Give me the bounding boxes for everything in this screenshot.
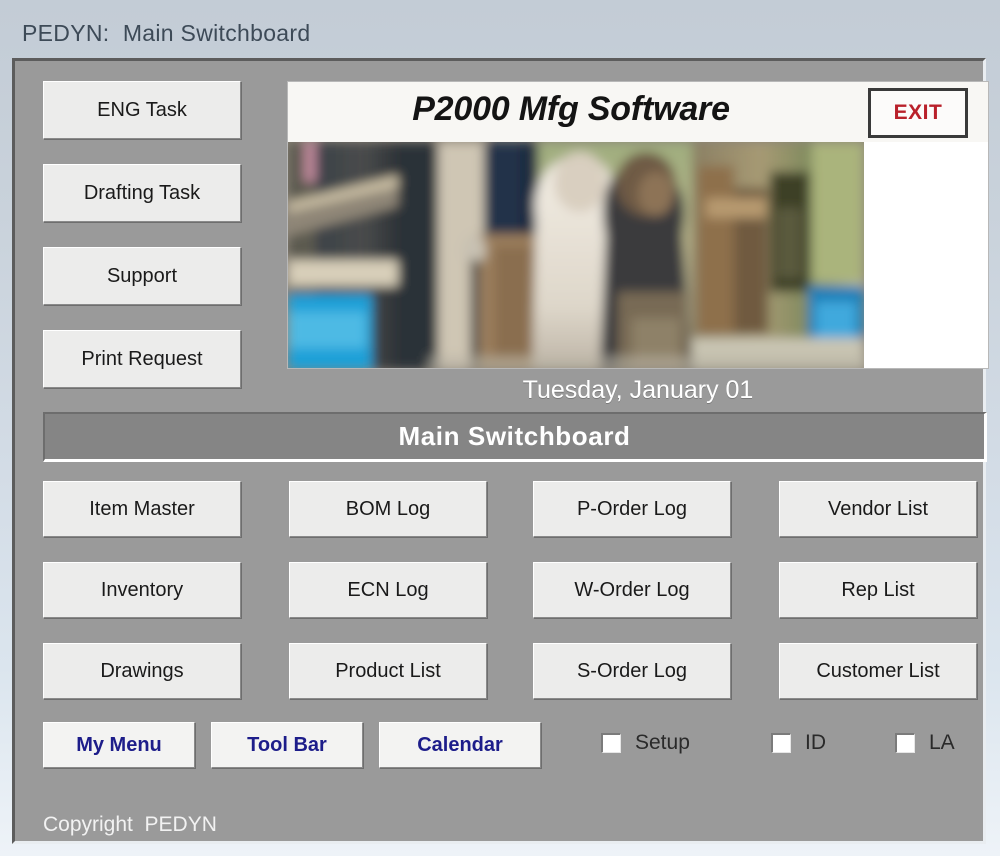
rep-list-label: Rep List (841, 578, 915, 601)
s-order-log-button[interactable]: S-Order Log (533, 643, 731, 699)
workshop-photo (288, 142, 864, 368)
w-order-log-label: W-Order Log (574, 578, 690, 601)
id-checkbox-group[interactable]: ID (771, 731, 826, 755)
id-checkbox-label: ID (805, 731, 826, 754)
drawings-label: Drawings (100, 659, 184, 682)
logo-strip: P2000 Mfg Software EXIT (288, 82, 988, 142)
header-panel: P2000 Mfg Software EXIT (287, 81, 989, 369)
window-titlebar: PEDYN: Main Switchboard (0, 0, 1000, 58)
form-surface: ENG Task Drafting Task Support Print Req… (15, 61, 989, 841)
item-master-label: Item Master (89, 497, 195, 520)
product-list-button[interactable]: Product List (289, 643, 487, 699)
exit-button-label: EXIT (893, 101, 943, 124)
ecn-log-label: ECN Log (347, 578, 429, 601)
print-request-label: Print Request (81, 347, 203, 370)
my-menu-button[interactable]: My Menu (43, 722, 195, 768)
p-order-log-button[interactable]: P-Order Log (533, 481, 731, 537)
p-order-log-label: P-Order Log (576, 497, 688, 520)
la-checkbox-label: LA (929, 731, 955, 754)
app-logo-text: P2000 Mfg Software (412, 90, 730, 128)
setup-checkbox-group[interactable]: Setup (601, 731, 690, 755)
bom-log-button[interactable]: BOM Log (289, 481, 487, 537)
support-button[interactable]: Support (43, 247, 241, 305)
drawings-button[interactable]: Drawings (43, 643, 241, 699)
bom-log-label: BOM Log (345, 497, 431, 520)
tool-bar-label: Tool Bar (247, 733, 327, 756)
vendor-list-label: Vendor List (827, 497, 929, 520)
customer-list-label: Customer List (816, 659, 940, 682)
calendar-label: Calendar (417, 733, 503, 756)
application-window: PEDYN: Main Switchboard ENG Task Draftin… (0, 0, 1000, 856)
print-request-button[interactable]: Print Request (43, 330, 241, 388)
ecn-log-button[interactable]: ECN Log (289, 562, 487, 618)
product-list-label: Product List (335, 659, 441, 682)
main-switchboard-banner-label: Main Switchboard (398, 421, 631, 451)
setup-checkbox-label: Setup (635, 731, 690, 754)
w-order-log-button[interactable]: W-Order Log (533, 562, 731, 618)
exit-button[interactable]: EXIT (868, 88, 968, 138)
s-order-log-label: S-Order Log (576, 659, 688, 682)
eng-task-label: ENG Task (97, 98, 187, 121)
my-menu-label: My Menu (76, 733, 162, 756)
vendor-list-button[interactable]: Vendor List (779, 481, 977, 537)
rep-list-button[interactable]: Rep List (779, 562, 977, 618)
inventory-label: Inventory (100, 578, 184, 601)
current-date: Tuesday, January 01 (522, 376, 754, 404)
id-checkbox[interactable] (771, 733, 791, 753)
customer-list-button[interactable]: Customer List (779, 643, 977, 699)
inventory-button[interactable]: Inventory (43, 562, 241, 618)
window-title: PEDYN: Main Switchboard (22, 20, 311, 46)
calendar-button[interactable]: Calendar (379, 722, 541, 768)
main-switchboard-banner: Main Switchboard (43, 412, 987, 462)
setup-checkbox[interactable] (601, 733, 621, 753)
drafting-task-label: Drafting Task (83, 181, 201, 204)
la-checkbox[interactable] (895, 733, 915, 753)
eng-task-button[interactable]: ENG Task (43, 81, 241, 139)
la-checkbox-group[interactable]: LA (895, 731, 955, 755)
workshop-photo-image (288, 142, 864, 368)
drafting-task-button[interactable]: Drafting Task (43, 164, 241, 222)
support-label: Support (106, 264, 178, 287)
copyright-text: Copyright PEDYN (43, 813, 217, 836)
tool-bar-button[interactable]: Tool Bar (211, 722, 363, 768)
switchboard-form-frame: ENG Task Drafting Task Support Print Req… (12, 58, 989, 844)
item-master-button[interactable]: Item Master (43, 481, 241, 537)
